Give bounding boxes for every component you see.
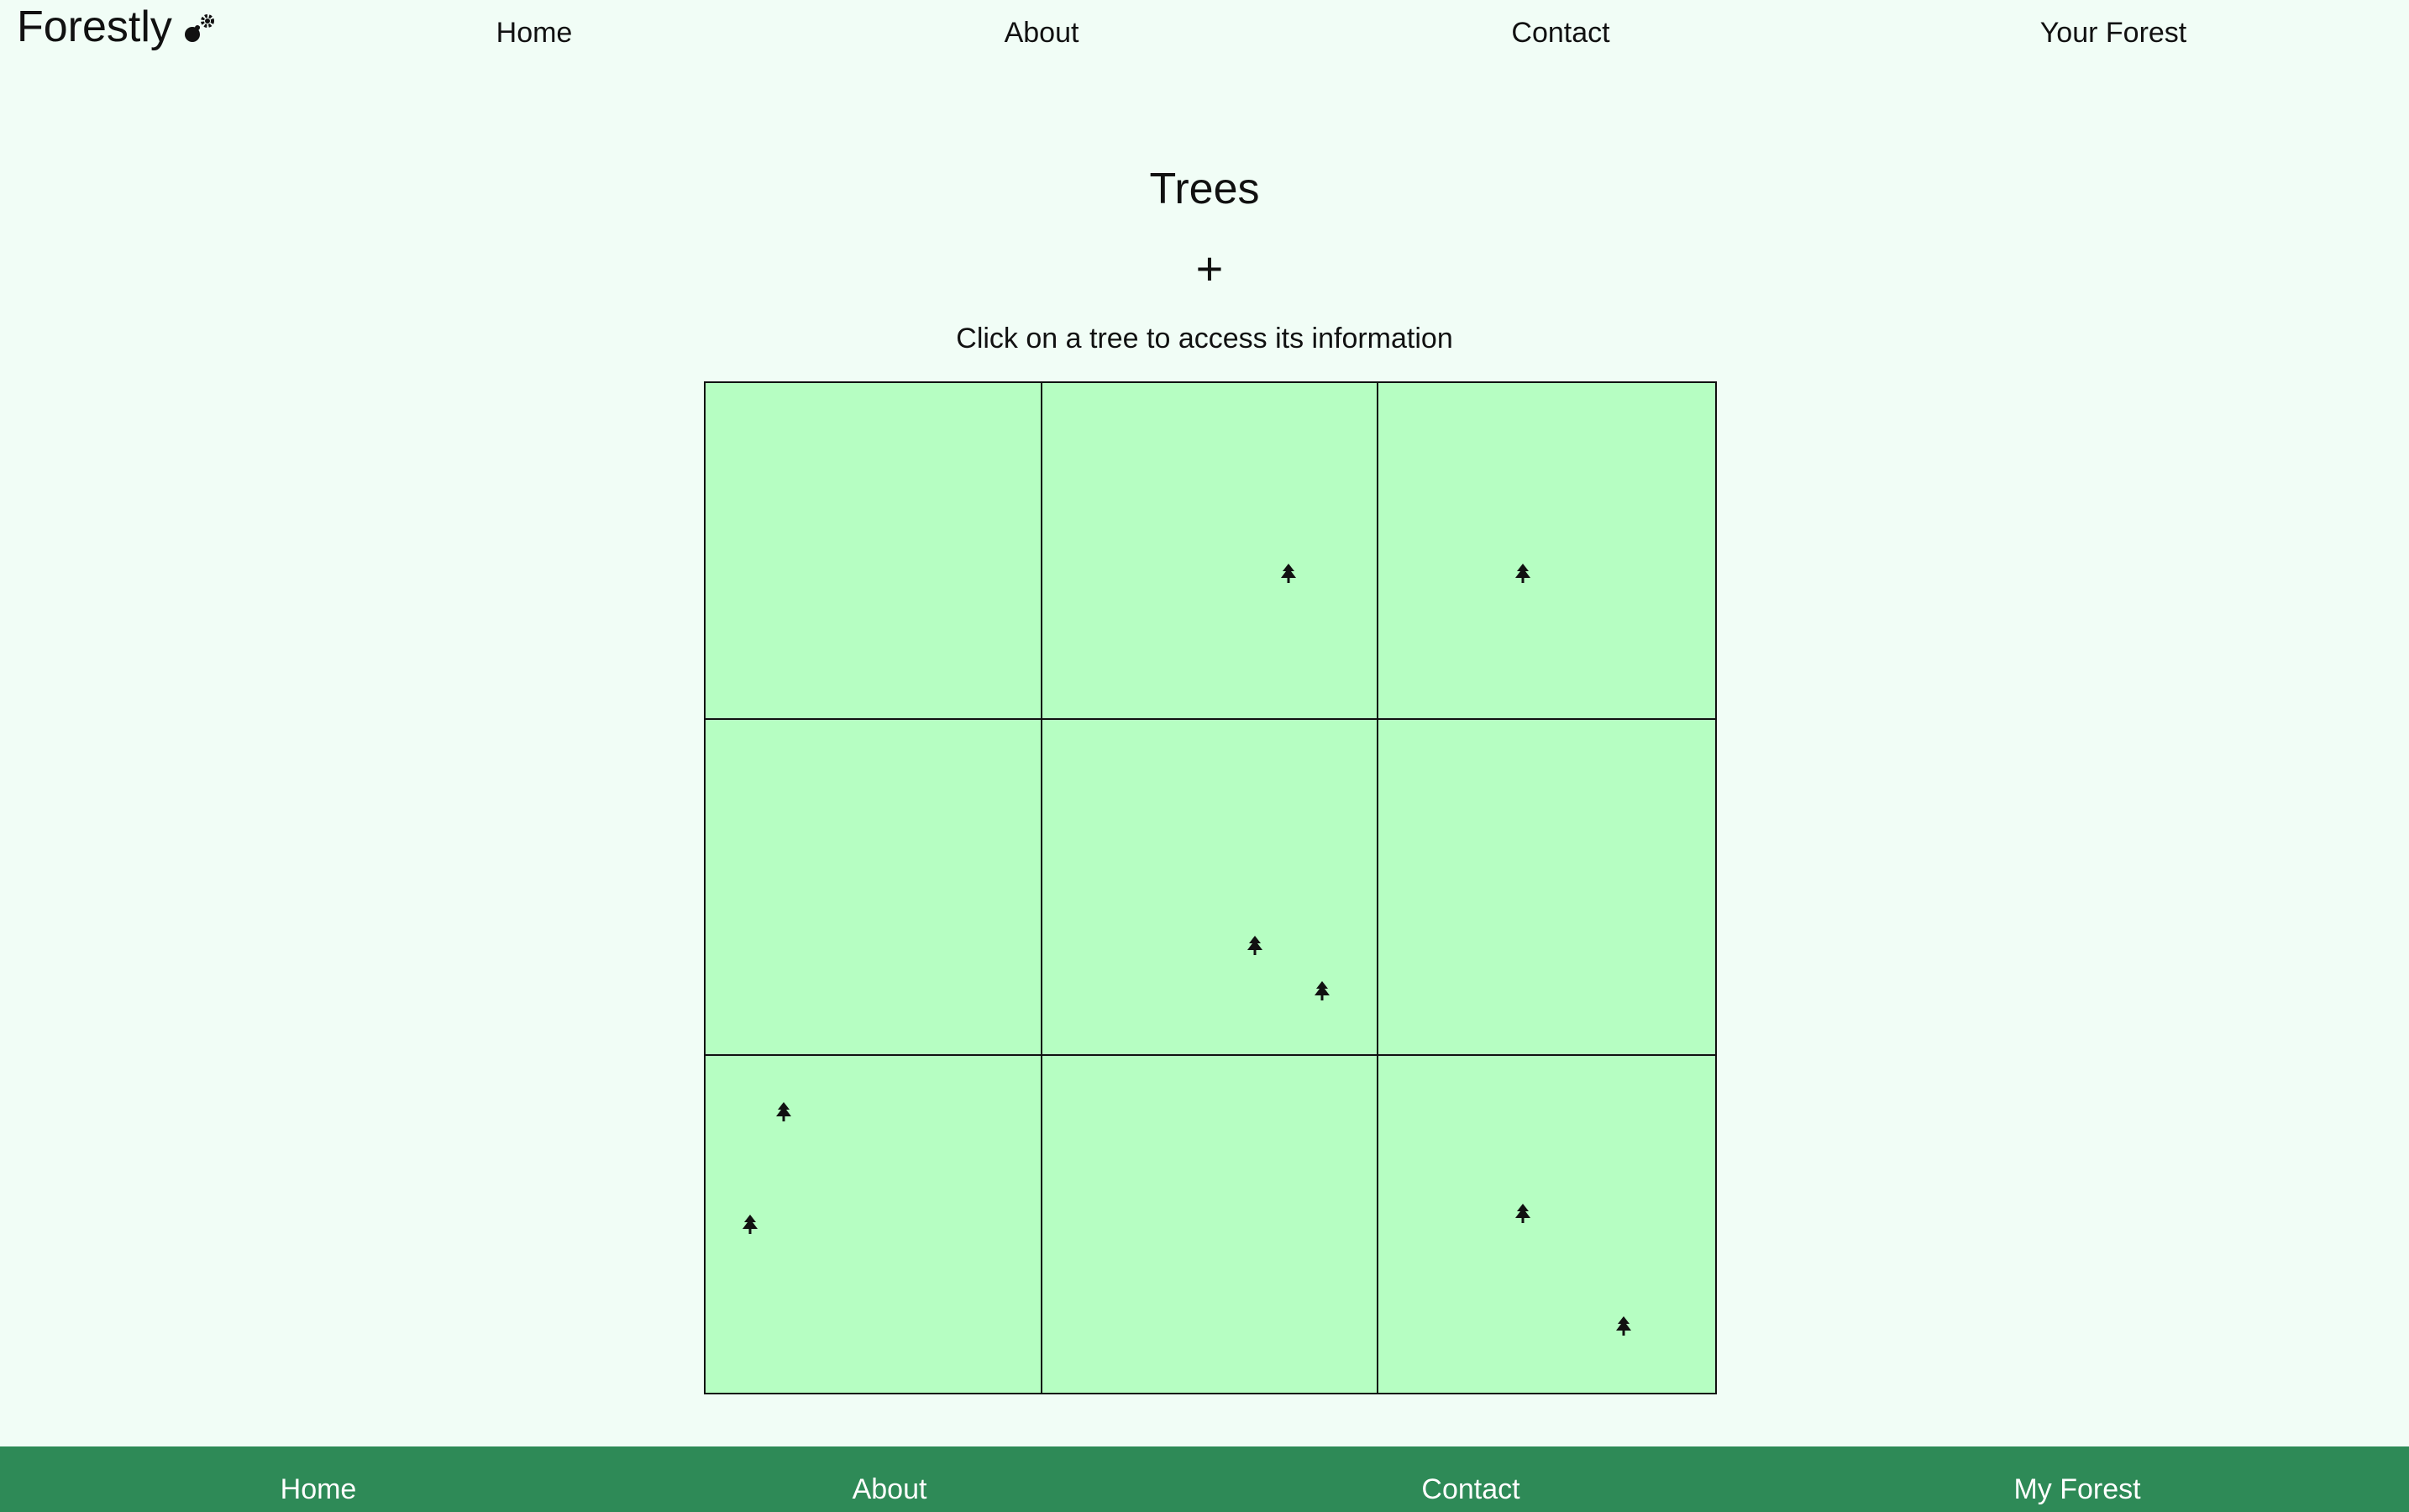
seedling-icon [181, 8, 218, 45]
tree-icon[interactable] [1614, 1315, 1633, 1337]
brand-logo[interactable]: Forestly [17, 2, 218, 52]
brand-name: Forestly [17, 3, 172, 51]
grid-cell-1-2[interactable] [1042, 383, 1379, 720]
page-title: Trees [1149, 165, 1260, 213]
grid-cell-3-2[interactable] [1042, 1056, 1379, 1393]
grid-cell-3-3[interactable] [1378, 1056, 1715, 1393]
nav-home-link[interactable]: Home [496, 12, 573, 54]
footer-contact-link[interactable]: Contact [1421, 1468, 1519, 1510]
grid-cell-1-1[interactable] [706, 383, 1042, 720]
page: Forestly Home About Contact Your Forest … [0, 0, 2409, 1512]
top-nav: Forestly Home About Contact Your Forest [0, 0, 2409, 67]
tree-icon[interactable] [774, 1101, 793, 1123]
forest-grid [704, 381, 1717, 1394]
instructions-text: Click on a tree to access its informatio… [956, 323, 1453, 354]
tree-icon[interactable] [1313, 980, 1331, 1002]
add-tree-button[interactable]: + [1176, 244, 1243, 294]
nav-your-forest-link[interactable]: Your Forest [2040, 12, 2187, 54]
footer-home-link[interactable]: Home [281, 1468, 357, 1510]
nav-about-link[interactable]: About [1005, 12, 1079, 54]
grid-cell-3-1[interactable] [706, 1056, 1042, 1393]
grid-cell-2-2[interactable] [1042, 719, 1379, 1057]
grid-cell-2-1[interactable] [706, 719, 1042, 1057]
tree-icon[interactable] [1514, 1203, 1532, 1225]
tree-icon[interactable] [1514, 563, 1532, 585]
tree-icon[interactable] [741, 1214, 759, 1236]
grid-cell-1-3[interactable] [1378, 383, 1715, 720]
footer: Home About Contact My Forest [0, 1446, 2409, 1512]
footer-my-forest-link[interactable]: My Forest [2013, 1468, 2140, 1510]
tree-icon[interactable] [1246, 935, 1264, 957]
nav-contact-link[interactable]: Contact [1511, 12, 1609, 54]
tree-icon[interactable] [1279, 563, 1298, 585]
grid-cell-2-3[interactable] [1378, 719, 1715, 1057]
footer-about-link[interactable]: About [853, 1468, 927, 1510]
